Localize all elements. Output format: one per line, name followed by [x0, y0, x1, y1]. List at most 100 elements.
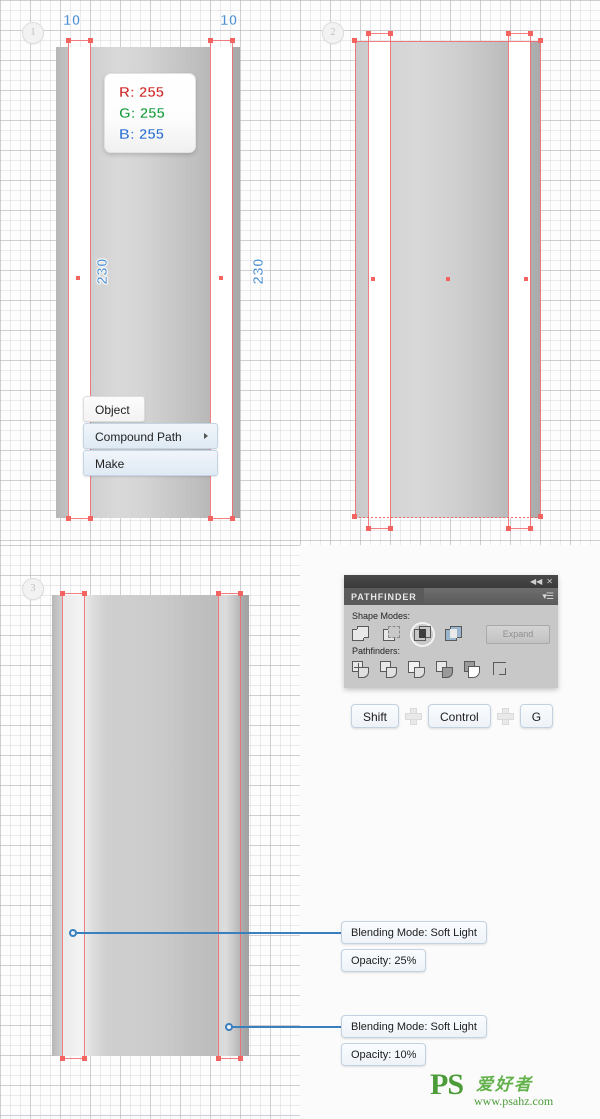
- anchor-point: [219, 276, 223, 280]
- guide-line: [508, 33, 509, 528]
- watermark-logo: PS: [430, 1068, 464, 1101]
- panel-menu-icon[interactable]: ▾☰: [542, 591, 554, 602]
- anchor-point: [366, 526, 371, 531]
- menu-item-make[interactable]: Make: [83, 450, 218, 476]
- intersect-icon[interactable]: [410, 621, 435, 647]
- plus-icon: [496, 707, 514, 725]
- anchor-point: [506, 31, 511, 36]
- guide-line: [530, 33, 531, 528]
- anchor-point: [216, 1056, 221, 1061]
- anchor-point: [66, 516, 71, 521]
- anchor-point: [208, 516, 213, 521]
- anchor-point: [528, 526, 533, 531]
- exclude-icon[interactable]: [445, 625, 462, 643]
- context-menu[interactable]: Object Compound Path Make: [83, 396, 218, 476]
- crop-icon[interactable]: [436, 660, 453, 678]
- step-badge-1: 1: [22, 22, 44, 44]
- guide-line: [218, 592, 219, 1059]
- leader-line-1: [75, 932, 341, 934]
- anchor-point: [388, 526, 393, 531]
- key-control[interactable]: Control: [428, 704, 491, 728]
- pathfinders-row: [352, 658, 550, 680]
- anchor-point: [446, 277, 450, 281]
- anchor-point: [524, 277, 528, 281]
- anchor-point: [230, 38, 235, 43]
- leader-anchor-dot-1: [69, 929, 77, 937]
- watermark-chinese: 爱好者: [476, 1075, 533, 1095]
- leader-anchor-dot-2: [225, 1023, 233, 1031]
- rgb-green-value: G: 255: [119, 104, 165, 122]
- menu-item-compound-path[interactable]: Compound Path: [83, 423, 218, 449]
- tab-pathfinder[interactable]: PATHFINDER: [344, 588, 424, 605]
- expand-button[interactable]: Expand: [486, 624, 550, 644]
- anchor-point: [238, 591, 243, 596]
- pathfinder-body: Shape Modes: Expand Pathfinders:: [344, 605, 558, 688]
- pathfinders-label: Pathfinders:: [352, 646, 401, 656]
- dimension-label-height-left: 230: [94, 258, 112, 285]
- rgb-red-value: R: 255: [119, 83, 165, 101]
- trim-icon[interactable]: [380, 660, 397, 678]
- close-icon[interactable]: ✕: [546, 577, 553, 586]
- shape-modes-row: Expand: [352, 621, 550, 647]
- dimension-label-width-right: 10: [220, 12, 238, 30]
- selection-edge: [355, 41, 356, 518]
- callout-blending-mode-1: Blending Mode: Soft Light: [341, 921, 487, 944]
- callout-blending-mode-2: Blending Mode: Soft Light: [341, 1015, 487, 1038]
- minus-back-icon[interactable]: [492, 661, 509, 678]
- guide-line: [84, 592, 85, 1059]
- anchor-point: [230, 516, 235, 521]
- callout-opacity-2: Opacity: 10%: [341, 1043, 427, 1066]
- anchor-point: [60, 591, 65, 596]
- tutorial-canvas: 1 10 10 230 230 R: 255 G: 255 B: 255 Obj…: [0, 0, 600, 1119]
- guide-line: [232, 40, 233, 518]
- menu-item-object[interactable]: Object: [83, 396, 145, 422]
- anchor-point: [66, 38, 71, 43]
- menu-item-make-label: Make: [95, 457, 125, 471]
- anchor-point: [60, 1056, 65, 1061]
- pathfinder-tabbar: PATHFINDER ▾☰: [344, 588, 558, 605]
- collapse-icon[interactable]: ◀◀: [530, 577, 542, 586]
- minus-front-icon[interactable]: [383, 625, 400, 643]
- unite-icon[interactable]: [352, 625, 369, 643]
- dimension-label-width-left: 10: [63, 12, 81, 30]
- key-g[interactable]: G: [519, 704, 554, 728]
- anchor-point: [352, 38, 357, 43]
- anchor-point: [352, 514, 357, 519]
- rgb-value-tooltip: R: 255 G: 255 B: 255: [104, 73, 196, 153]
- shortcut-keys: Shift Control G: [351, 704, 554, 728]
- anchor-point: [538, 514, 543, 519]
- panel3-right-softlight-strip: [218, 595, 240, 1056]
- anchor-point: [216, 591, 221, 596]
- anchor-point: [528, 31, 533, 36]
- selection-edge: [355, 41, 541, 42]
- pathfinder-panel[interactable]: ◀◀ ✕ PATHFINDER ▾☰ Shape Modes: Expand P…: [344, 575, 558, 688]
- guide-line: [62, 592, 63, 1059]
- anchor-point: [88, 516, 93, 521]
- anchor-point: [82, 1056, 87, 1061]
- watermark-url: www.psahz.com: [474, 1094, 554, 1108]
- watermark: PS 爱好者 www.psahz.com: [430, 1068, 590, 1112]
- anchor-point: [88, 38, 93, 43]
- anchor-point: [538, 38, 543, 43]
- tab-pathfinder-label: PATHFINDER: [351, 591, 417, 602]
- leader-line-2: [231, 1026, 341, 1028]
- rgb-blue-value: B: 255: [119, 125, 165, 143]
- step-badge-2: 2: [322, 22, 344, 44]
- outline-icon[interactable]: [464, 660, 481, 678]
- divide-icon[interactable]: [352, 660, 369, 678]
- anchor-point: [76, 276, 80, 280]
- guide-line: [368, 33, 369, 528]
- selection-edge: [355, 517, 541, 518]
- key-shift[interactable]: Shift: [351, 704, 400, 728]
- guide-line: [390, 33, 391, 528]
- merge-icon[interactable]: [408, 660, 425, 678]
- anchor-point: [506, 526, 511, 531]
- menu-item-compound-path-label: Compound Path: [95, 430, 182, 444]
- menu-item-object-label: Object: [95, 403, 130, 417]
- anchor-point: [388, 31, 393, 36]
- guide-line: [240, 592, 241, 1059]
- selection-edge: [540, 41, 541, 518]
- panel3-left-softlight-strip: [62, 595, 84, 1056]
- anchor-point: [366, 31, 371, 36]
- plus-icon: [405, 707, 423, 725]
